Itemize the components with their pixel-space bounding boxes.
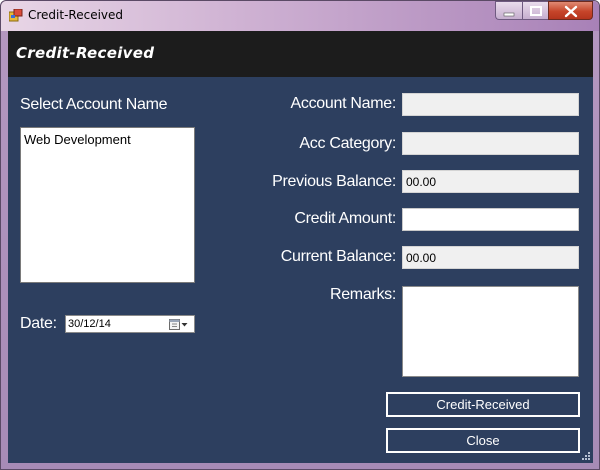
close-icon	[564, 5, 578, 18]
current-balance-label: Current Balance:	[280, 248, 397, 265]
maximize-icon	[530, 6, 542, 16]
window-title: Credit-Received	[28, 8, 124, 22]
app-window: Credit-Received Credit-Received Select A…	[0, 0, 600, 470]
credit-amount-label: Credit Amount:	[294, 210, 396, 227]
account-name-label: Account Name:	[290, 95, 397, 112]
title-bar[interactable]: Credit-Received	[1, 1, 599, 31]
date-value: 30/12/14	[68, 318, 111, 330]
credit-received-button[interactable]: Credit-Received	[386, 392, 580, 417]
list-item[interactable]: Web Development	[24, 132, 131, 147]
remarks-textarea[interactable]	[402, 286, 579, 377]
account-name-field[interactable]	[402, 93, 579, 116]
date-label: Date:	[20, 315, 57, 332]
calendar-dropdown-icon[interactable]	[169, 318, 189, 331]
app-icon	[9, 9, 23, 22]
client-area: Credit-Received Select Account Name Web …	[8, 31, 593, 463]
remarks-label: Remarks:	[329, 286, 396, 303]
header-band: Credit-Received	[8, 31, 593, 77]
previous-balance-field[interactable]: 00.00	[402, 170, 579, 193]
maximize-button[interactable]	[522, 1, 548, 20]
previous-balance-label: Previous Balance:	[272, 173, 396, 190]
select-account-label: Select Account Name	[20, 96, 168, 113]
resize-grip-icon[interactable]	[581, 451, 591, 461]
minimize-icon	[503, 12, 515, 17]
current-balance-field[interactable]: 00.00	[402, 246, 579, 269]
minimize-button[interactable]	[495, 1, 522, 20]
page-title: Credit-Received	[16, 44, 155, 62]
date-picker[interactable]: 30/12/14	[65, 315, 195, 333]
close-window-button[interactable]	[548, 1, 593, 20]
acc-category-field[interactable]	[402, 132, 579, 155]
close-button[interactable]: Close	[386, 428, 580, 453]
account-listbox[interactable]: Web Development	[20, 127, 195, 283]
acc-category-label: Acc Category:	[299, 135, 396, 152]
credit-amount-field[interactable]	[402, 208, 579, 231]
